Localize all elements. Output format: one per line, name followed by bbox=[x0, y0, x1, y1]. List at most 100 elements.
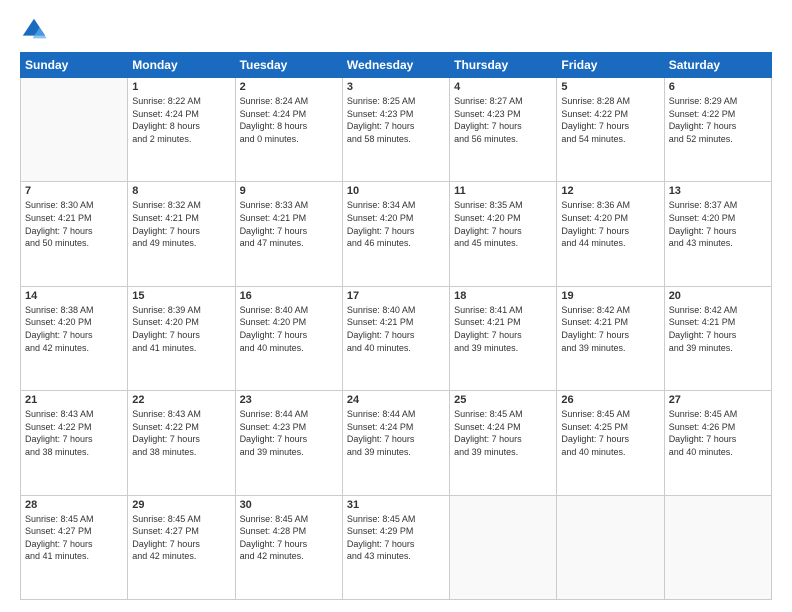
day-number: 27 bbox=[669, 394, 767, 406]
day-info: Sunrise: 8:45 AM Sunset: 4:28 PM Dayligh… bbox=[240, 513, 338, 563]
calendar-cell: 8 Sunrise: 8:32 AM Sunset: 4:21 PM Daylig… bbox=[128, 182, 235, 286]
day-number: 2 bbox=[240, 81, 338, 93]
day-info: Sunrise: 8:24 AM Sunset: 4:24 PM Dayligh… bbox=[240, 95, 338, 145]
day-number: 29 bbox=[132, 499, 230, 511]
day-number: 30 bbox=[240, 499, 338, 511]
day-number: 5 bbox=[561, 81, 659, 93]
day-number: 13 bbox=[669, 185, 767, 197]
calendar-cell: 12 Sunrise: 8:36 AM Sunset: 4:20 PM Dayli… bbox=[557, 182, 664, 286]
day-info: Sunrise: 8:35 AM Sunset: 4:20 PM Dayligh… bbox=[454, 199, 552, 249]
day-number: 9 bbox=[240, 185, 338, 197]
day-info: Sunrise: 8:45 AM Sunset: 4:27 PM Dayligh… bbox=[132, 513, 230, 563]
day-info: Sunrise: 8:32 AM Sunset: 4:21 PM Dayligh… bbox=[132, 199, 230, 249]
calendar-cell: 6 Sunrise: 8:29 AM Sunset: 4:22 PM Daylig… bbox=[664, 78, 771, 182]
day-number: 20 bbox=[669, 290, 767, 302]
calendar-cell: 28 Sunrise: 8:45 AM Sunset: 4:27 PM Dayli… bbox=[21, 495, 128, 599]
calendar-cell: 25 Sunrise: 8:45 AM Sunset: 4:24 PM Dayli… bbox=[450, 391, 557, 495]
logo-icon bbox=[20, 16, 48, 44]
day-header-thursday: Thursday bbox=[450, 53, 557, 78]
day-info: Sunrise: 8:41 AM Sunset: 4:21 PM Dayligh… bbox=[454, 304, 552, 354]
day-info: Sunrise: 8:36 AM Sunset: 4:20 PM Dayligh… bbox=[561, 199, 659, 249]
day-header-wednesday: Wednesday bbox=[342, 53, 449, 78]
calendar-cell: 10 Sunrise: 8:34 AM Sunset: 4:20 PM Dayli… bbox=[342, 182, 449, 286]
day-number: 22 bbox=[132, 394, 230, 406]
day-info: Sunrise: 8:29 AM Sunset: 4:22 PM Dayligh… bbox=[669, 95, 767, 145]
day-number: 11 bbox=[454, 185, 552, 197]
day-number: 8 bbox=[132, 185, 230, 197]
day-info: Sunrise: 8:45 AM Sunset: 4:24 PM Dayligh… bbox=[454, 408, 552, 458]
calendar-cell bbox=[450, 495, 557, 599]
day-number: 3 bbox=[347, 81, 445, 93]
day-info: Sunrise: 8:37 AM Sunset: 4:20 PM Dayligh… bbox=[669, 199, 767, 249]
logo bbox=[20, 16, 52, 44]
day-info: Sunrise: 8:40 AM Sunset: 4:20 PM Dayligh… bbox=[240, 304, 338, 354]
day-info: Sunrise: 8:44 AM Sunset: 4:23 PM Dayligh… bbox=[240, 408, 338, 458]
day-number: 15 bbox=[132, 290, 230, 302]
day-info: Sunrise: 8:27 AM Sunset: 4:23 PM Dayligh… bbox=[454, 95, 552, 145]
day-info: Sunrise: 8:30 AM Sunset: 4:21 PM Dayligh… bbox=[25, 199, 123, 249]
day-info: Sunrise: 8:45 AM Sunset: 4:29 PM Dayligh… bbox=[347, 513, 445, 563]
calendar-table: SundayMondayTuesdayWednesdayThursdayFrid… bbox=[20, 52, 772, 600]
calendar-cell bbox=[21, 78, 128, 182]
day-number: 16 bbox=[240, 290, 338, 302]
calendar-cell: 24 Sunrise: 8:44 AM Sunset: 4:24 PM Dayli… bbox=[342, 391, 449, 495]
day-number: 24 bbox=[347, 394, 445, 406]
calendar-week-row: 1 Sunrise: 8:22 AM Sunset: 4:24 PM Daylig… bbox=[21, 78, 772, 182]
calendar-header-row: SundayMondayTuesdayWednesdayThursdayFrid… bbox=[21, 53, 772, 78]
day-header-sunday: Sunday bbox=[21, 53, 128, 78]
calendar-week-row: 14Sunrise: 8:38 AM Sunset: 4:20 PM Dayli… bbox=[21, 286, 772, 390]
day-info: Sunrise: 8:25 AM Sunset: 4:23 PM Dayligh… bbox=[347, 95, 445, 145]
day-header-friday: Friday bbox=[557, 53, 664, 78]
calendar-cell: 3 Sunrise: 8:25 AM Sunset: 4:23 PM Daylig… bbox=[342, 78, 449, 182]
day-number: 25 bbox=[454, 394, 552, 406]
day-info: Sunrise: 8:39 AM Sunset: 4:20 PM Dayligh… bbox=[132, 304, 230, 354]
day-number: 31 bbox=[347, 499, 445, 511]
calendar-cell: 23 Sunrise: 8:44 AM Sunset: 4:23 PM Dayli… bbox=[235, 391, 342, 495]
header bbox=[20, 16, 772, 44]
day-info: Sunrise: 8:40 AM Sunset: 4:21 PM Dayligh… bbox=[347, 304, 445, 354]
day-info: Sunrise: 8:43 AM Sunset: 4:22 PM Dayligh… bbox=[25, 408, 123, 458]
calendar-cell: 17 Sunrise: 8:40 AM Sunset: 4:21 PM Dayli… bbox=[342, 286, 449, 390]
day-info: Sunrise: 8:45 AM Sunset: 4:27 PM Dayligh… bbox=[25, 513, 123, 563]
day-number: 12 bbox=[561, 185, 659, 197]
calendar-cell: 13 Sunrise: 8:37 AM Sunset: 4:20 PM Dayli… bbox=[664, 182, 771, 286]
calendar-cell: 11 Sunrise: 8:35 AM Sunset: 4:20 PM Dayli… bbox=[450, 182, 557, 286]
calendar-cell: 27Sunrise: 8:45 AM Sunset: 4:26 PM Dayli… bbox=[664, 391, 771, 495]
calendar-cell: 15 Sunrise: 8:39 AM Sunset: 4:20 PM Dayli… bbox=[128, 286, 235, 390]
day-info: Sunrise: 8:44 AM Sunset: 4:24 PM Dayligh… bbox=[347, 408, 445, 458]
day-number: 6 bbox=[669, 81, 767, 93]
day-info: Sunrise: 8:33 AM Sunset: 4:21 PM Dayligh… bbox=[240, 199, 338, 249]
calendar-cell: 21Sunrise: 8:43 AM Sunset: 4:22 PM Dayli… bbox=[21, 391, 128, 495]
calendar-cell: 29 Sunrise: 8:45 AM Sunset: 4:27 PM Dayli… bbox=[128, 495, 235, 599]
day-header-saturday: Saturday bbox=[664, 53, 771, 78]
calendar-cell bbox=[557, 495, 664, 599]
day-info: Sunrise: 8:38 AM Sunset: 4:20 PM Dayligh… bbox=[25, 304, 123, 354]
day-info: Sunrise: 8:22 AM Sunset: 4:24 PM Dayligh… bbox=[132, 95, 230, 145]
day-number: 26 bbox=[561, 394, 659, 406]
day-number: 23 bbox=[240, 394, 338, 406]
day-number: 10 bbox=[347, 185, 445, 197]
calendar-cell: 31 Sunrise: 8:45 AM Sunset: 4:29 PM Dayli… bbox=[342, 495, 449, 599]
calendar-week-row: 7 Sunrise: 8:30 AM Sunset: 4:21 PM Daylig… bbox=[21, 182, 772, 286]
day-number: 17 bbox=[347, 290, 445, 302]
day-number: 28 bbox=[25, 499, 123, 511]
day-info: Sunrise: 8:42 AM Sunset: 4:21 PM Dayligh… bbox=[561, 304, 659, 354]
calendar-cell: 4Sunrise: 8:27 AM Sunset: 4:23 PM Daylig… bbox=[450, 78, 557, 182]
calendar-cell: 19 Sunrise: 8:42 AM Sunset: 4:21 PM Dayli… bbox=[557, 286, 664, 390]
day-info: Sunrise: 8:43 AM Sunset: 4:22 PM Dayligh… bbox=[132, 408, 230, 458]
calendar-cell: 26 Sunrise: 8:45 AM Sunset: 4:25 PM Dayli… bbox=[557, 391, 664, 495]
page: SundayMondayTuesdayWednesdayThursdayFrid… bbox=[0, 0, 792, 612]
day-number: 7 bbox=[25, 185, 123, 197]
day-info: Sunrise: 8:34 AM Sunset: 4:20 PM Dayligh… bbox=[347, 199, 445, 249]
calendar-cell: 16 Sunrise: 8:40 AM Sunset: 4:20 PM Dayli… bbox=[235, 286, 342, 390]
calendar-cell: 18Sunrise: 8:41 AM Sunset: 4:21 PM Dayli… bbox=[450, 286, 557, 390]
day-header-tuesday: Tuesday bbox=[235, 53, 342, 78]
day-info: Sunrise: 8:45 AM Sunset: 4:25 PM Dayligh… bbox=[561, 408, 659, 458]
calendar-cell: 1 Sunrise: 8:22 AM Sunset: 4:24 PM Daylig… bbox=[128, 78, 235, 182]
calendar-cell: 5Sunrise: 8:28 AM Sunset: 4:22 PM Daylig… bbox=[557, 78, 664, 182]
day-number: 19 bbox=[561, 290, 659, 302]
day-info: Sunrise: 8:42 AM Sunset: 4:21 PM Dayligh… bbox=[669, 304, 767, 354]
calendar-week-row: 28 Sunrise: 8:45 AM Sunset: 4:27 PM Dayli… bbox=[21, 495, 772, 599]
day-number: 1 bbox=[132, 81, 230, 93]
calendar-cell: 9 Sunrise: 8:33 AM Sunset: 4:21 PM Daylig… bbox=[235, 182, 342, 286]
